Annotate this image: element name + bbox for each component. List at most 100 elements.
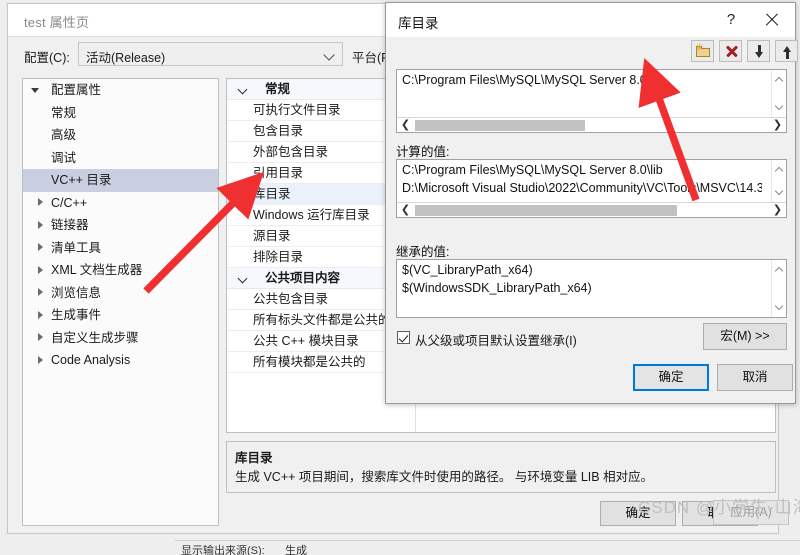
scroll-right-button[interactable]: ❯ <box>770 118 785 133</box>
inherited-values-box[interactable]: $(VC_LibraryPath_x64) $(WindowsSDK_Libra… <box>396 259 787 318</box>
property-row-label: 可执行文件目录 <box>253 103 341 117</box>
tree-item-11[interactable]: Code Analysis <box>23 349 218 372</box>
property-row-label: 引用目录 <box>253 166 304 180</box>
page-title: test 属性页 <box>24 15 90 30</box>
tree-item-label: Code Analysis <box>51 353 131 367</box>
description-title: 库目录 <box>235 451 273 465</box>
tree-item-label: 链接器 <box>51 218 89 232</box>
scroll-right-button[interactable]: ❯ <box>770 203 785 218</box>
property-row-label: 源目录 <box>253 229 291 243</box>
computed-values-label: 计算的值: <box>396 145 450 159</box>
move-up-button[interactable] <box>775 40 798 62</box>
scroll-up-button[interactable] <box>772 72 787 87</box>
tree-item-9[interactable]: 生成事件 <box>23 304 218 327</box>
inherited-vertical-scrollbar[interactable] <box>771 260 786 317</box>
tree-item-8[interactable]: 浏览信息 <box>23 282 218 305</box>
tree-item-3[interactable]: VC++ 目录 <box>23 169 218 192</box>
inherited-line-1: $(WindowsSDK_LibraryPath_x64) <box>402 281 592 295</box>
tree-item-10[interactable]: 自定义生成步骤 <box>23 327 218 350</box>
close-icon[interactable] <box>757 8 787 32</box>
watermark-text: CSDN @小学生-山海 <box>638 498 800 517</box>
tree-item-7[interactable]: XML 文档生成器 <box>23 259 218 282</box>
scroll-down-button[interactable] <box>772 185 787 200</box>
tree-item-label: 自定义生成步骤 <box>51 330 139 345</box>
chevron-down-icon <box>325 49 336 60</box>
check-icon <box>398 332 409 343</box>
tree-item-label: 调试 <box>51 150 77 165</box>
triangle-right-icon[interactable] <box>38 333 43 341</box>
new-folder-button[interactable]: ✳ <box>691 40 714 62</box>
inherit-checkbox-label: 从父级或项目默认设置继承(I) <box>415 334 577 348</box>
property-group-label: 常规 <box>265 82 291 96</box>
scroll-left-button[interactable]: ❮ <box>398 118 413 133</box>
configuration-select[interactable]: 活动(Release) <box>78 42 343 66</box>
computed-line-0: C:\Program Files\MySQL\MySQL Server 8.0\… <box>402 163 663 177</box>
property-row-label: 公共 C++ 模块目录 <box>253 334 359 348</box>
chevron-down-icon <box>774 186 784 196</box>
inherited-values-label: 继承的值: <box>396 245 450 259</box>
tree-item-list: 常规高级调试 VC++ 目录 C/C++ 链接器清单工具 XML 文档生成器浏览信息生成… <box>23 102 218 372</box>
chevron-up-icon <box>774 266 784 276</box>
tree-item-0[interactable]: 常规 <box>23 102 218 125</box>
dialog-cancel-button[interactable]: 取消 <box>717 364 793 391</box>
chevron-down-icon <box>239 275 248 282</box>
triangle-right-icon[interactable] <box>38 243 43 251</box>
property-row-label: 所有模块都是公共的 <box>253 355 366 369</box>
triangle-right-icon[interactable] <box>38 198 43 206</box>
macros-button[interactable]: 宏(M) >> <box>703 323 787 350</box>
scroll-thumb[interactable] <box>415 205 677 216</box>
triangle-down-icon <box>31 88 39 93</box>
configuration-label: 配置(C): <box>24 51 70 65</box>
tree-item-label: VC++ 目录 <box>51 173 112 187</box>
directories-edit-list[interactable]: C:\Program Files\MySQL\MySQL Server 8.0\… <box>396 69 787 133</box>
dialog-ok-button[interactable]: 确定 <box>633 364 709 391</box>
scroll-down-button[interactable] <box>772 300 787 315</box>
tree-item-label: 常规 <box>51 105 77 120</box>
edit-list-vertical-scrollbar[interactable] <box>771 70 786 117</box>
scroll-left-button[interactable]: ❮ <box>398 203 413 218</box>
inherit-checkbox[interactable] <box>397 331 410 344</box>
directory-entry-0[interactable]: C:\Program Files\MySQL\MySQL Server 8.0\… <box>402 73 663 87</box>
show-output-value: 生成 <box>285 545 307 555</box>
computed-line-1: D:\Microsoft Visual Studio\2022\Communit… <box>402 181 762 195</box>
triangle-right-icon[interactable] <box>38 220 43 229</box>
triangle-right-icon[interactable] <box>38 265 43 274</box>
tree-item-label: C/C++ <box>51 195 88 210</box>
tree-item-6[interactable]: 清单工具 <box>23 237 218 260</box>
triangle-right-icon[interactable] <box>38 355 43 364</box>
new-folder-icon: ✳ <box>695 43 711 58</box>
computed-horizontal-scrollbar[interactable]: ❮ ❯ <box>397 202 786 217</box>
scroll-thumb[interactable] <box>415 120 585 131</box>
delete-button[interactable] <box>719 40 742 62</box>
tree-item-4[interactable]: C/C++ <box>23 192 218 215</box>
triangle-right-icon[interactable] <box>38 310 43 319</box>
property-group-label: 公共项目内容 <box>265 271 341 285</box>
library-directories-dialog: 库目录 ? ✳ C:\Program Files\MySQL\MySQL Ser… <box>385 2 798 404</box>
edit-list-horizontal-scrollbar[interactable]: ❮ ❯ <box>397 117 786 132</box>
dialog-title: 库目录 <box>398 16 439 31</box>
description-text: 生成 VC++ 项目期间，搜索库文件时使用的路径。 与环境变量 LIB 相对应。 <box>235 470 654 484</box>
tree-item-label: 浏览信息 <box>51 285 102 300</box>
property-row-label: 包含目录 <box>253 124 304 138</box>
triangle-right-icon[interactable] <box>38 288 43 296</box>
output-status-strip: 显示输出来源(S): 生成 <box>175 540 800 555</box>
tree-item-5[interactable]: 链接器 <box>23 214 218 237</box>
description-panel: 库目录 生成 VC++ 项目期间，搜索库文件时使用的路径。 与环境变量 LIB … <box>226 441 776 493</box>
move-down-button[interactable] <box>747 40 770 62</box>
tree-item-1[interactable]: 高级 <box>23 124 218 147</box>
computed-vertical-scrollbar[interactable] <box>771 160 786 202</box>
chevron-up-icon <box>774 76 784 86</box>
scroll-up-button[interactable] <box>772 162 787 177</box>
scroll-up-button[interactable] <box>772 262 787 277</box>
property-row-label: 公共包含目录 <box>253 292 329 306</box>
screen-root: test 属性页 配置(C): 活动(Release) 平台(P) 配置属性 常… <box>0 0 800 555</box>
property-row-label: 库目录 <box>253 187 291 201</box>
computed-values-box[interactable]: C:\Program Files\MySQL\MySQL Server 8.0\… <box>396 159 787 218</box>
tree-item-2[interactable]: 调试 <box>23 147 218 170</box>
configuration-tree[interactable]: 配置属性 常规高级调试 VC++ 目录 C/C++ 链接器清单工具 XML 文档生成器浏… <box>22 78 219 526</box>
inherited-line-0: $(VC_LibraryPath_x64) <box>402 263 533 277</box>
tree-root-configuration-properties[interactable]: 配置属性 <box>23 79 218 102</box>
scroll-down-button[interactable] <box>772 100 787 115</box>
help-icon[interactable]: ? <box>719 10 743 30</box>
chevron-down-icon <box>774 101 784 111</box>
